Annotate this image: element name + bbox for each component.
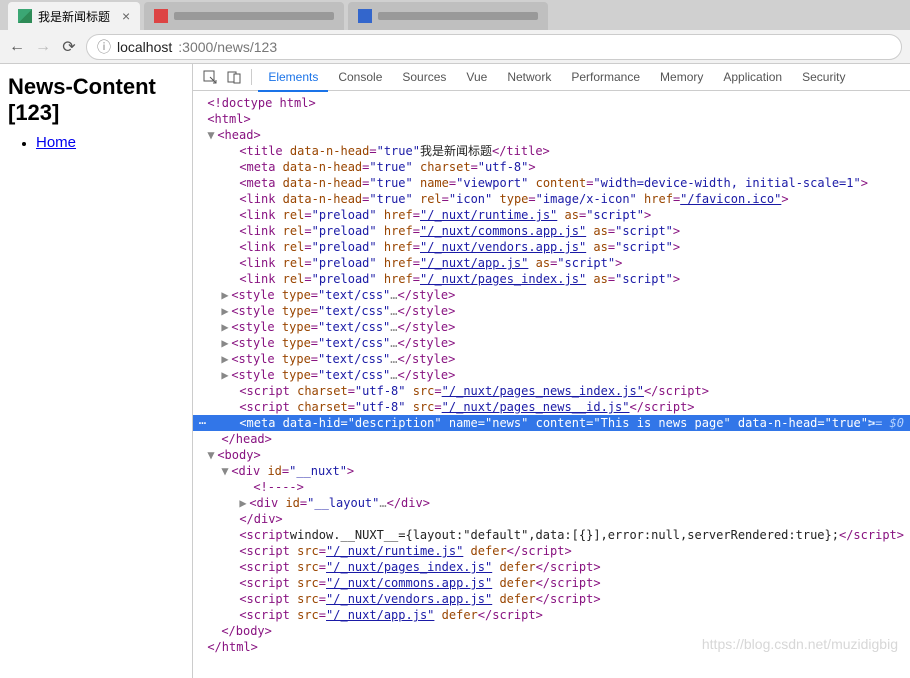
- close-icon[interactable]: ×: [122, 8, 130, 24]
- dom-line[interactable]: <script src="/_nuxt/vendors.app.js" defe…: [193, 591, 910, 607]
- dom-line[interactable]: ▶<style type="text/css"…</style>: [193, 335, 910, 351]
- dom-line[interactable]: <script src="/_nuxt/pages_index.js" defe…: [193, 559, 910, 575]
- dom-line[interactable]: ▶<div id="__layout"…</div>: [193, 495, 910, 511]
- favicon-icon: [154, 9, 168, 23]
- page-content: News-Content [123] Home: [0, 64, 192, 678]
- dom-line[interactable]: <link rel="preload" href="/_nuxt/runtime…: [193, 207, 910, 223]
- dom-line[interactable]: ▶<style type="text/css"…</style>: [193, 319, 910, 335]
- favicon-icon: [18, 9, 32, 23]
- reload-icon[interactable]: ⟳: [60, 38, 78, 56]
- dom-line[interactable]: ▼<head>: [193, 127, 910, 143]
- dom-line[interactable]: ▼<div id="__nuxt">: [193, 463, 910, 479]
- dom-line[interactable]: ▶<style type="text/css"…</style>: [193, 287, 910, 303]
- dom-line[interactable]: <script src="/_nuxt/runtime.js" defer</s…: [193, 543, 910, 559]
- favicon-icon: [358, 9, 372, 23]
- elements-panel[interactable]: <!doctype html><html>▼<head><title data-…: [193, 91, 910, 678]
- dom-line[interactable]: <script charset="utf-8" src="/_nuxt/page…: [193, 399, 910, 415]
- dom-line[interactable]: <script src="/_nuxt/commons.app.js" defe…: [193, 575, 910, 591]
- devtools-tab-security[interactable]: Security: [792, 64, 855, 90]
- device-toggle-icon[interactable]: [223, 66, 245, 88]
- dom-line[interactable]: <!doctype html>: [193, 95, 910, 111]
- devtools-tab-console[interactable]: Console: [328, 64, 392, 90]
- inspect-icon[interactable]: [199, 66, 221, 88]
- dom-line[interactable]: </head>: [193, 431, 910, 447]
- dom-line[interactable]: <scriptwindow.__NUXT__={layout:"default"…: [193, 527, 910, 543]
- devtools-tab-performance[interactable]: Performance: [561, 64, 650, 90]
- dom-line-selected[interactable]: ⋯<meta data-hid="description" name="news…: [193, 415, 910, 431]
- dom-line[interactable]: ▼<body>: [193, 447, 910, 463]
- dom-line[interactable]: <meta data-n-head="true" name="viewport"…: [193, 175, 910, 191]
- devtools-tab-memory[interactable]: Memory: [650, 64, 713, 90]
- devtools-tab-network[interactable]: Network: [497, 64, 561, 90]
- devtools-tab-sources[interactable]: Sources: [392, 64, 456, 90]
- dom-line[interactable]: <link rel="preload" href="/_nuxt/commons…: [193, 223, 910, 239]
- dom-line[interactable]: </div>: [193, 511, 910, 527]
- tab-title-blurred: [174, 12, 334, 20]
- devtools-tab-elements[interactable]: Elements: [258, 64, 328, 92]
- dom-line[interactable]: <script charset="utf-8" src="/_nuxt/page…: [193, 383, 910, 399]
- dom-line[interactable]: <link rel="preload" href="/_nuxt/vendors…: [193, 239, 910, 255]
- browser-tab-inactive[interactable]: [348, 2, 548, 30]
- devtools-tabs: ElementsConsoleSourcesVueNetworkPerforma…: [193, 64, 910, 91]
- tab-title: 我是新闻标题: [38, 8, 110, 25]
- browser-tabbar: 我是新闻标题 ×: [0, 0, 910, 30]
- tab-title-blurred: [378, 12, 538, 20]
- url-host: localhost: [117, 39, 172, 55]
- browser-tab-inactive[interactable]: [144, 2, 344, 30]
- dom-line[interactable]: <link data-n-head="true" rel="icon" type…: [193, 191, 910, 207]
- devtools-tab-application[interactable]: Application: [713, 64, 792, 90]
- dom-line[interactable]: <meta data-n-head="true" charset="utf-8"…: [193, 159, 910, 175]
- dom-line[interactable]: <link rel="preload" href="/_nuxt/app.js"…: [193, 255, 910, 271]
- forward-icon[interactable]: →: [34, 38, 52, 56]
- address-bar: ← → ⟳ ⓘ localhost :3000/news/123: [0, 30, 910, 64]
- dom-line[interactable]: <link rel="preload" href="/_nuxt/pages_i…: [193, 271, 910, 287]
- dom-line[interactable]: ▶<style type="text/css"…</style>: [193, 367, 910, 383]
- page-title: News-Content [123]: [8, 74, 184, 126]
- dom-line[interactable]: <title data-n-head="true"我是新闻标题</title>: [193, 143, 910, 159]
- site-info-icon[interactable]: ⓘ: [97, 37, 111, 57]
- devtools-tab-vue[interactable]: Vue: [456, 64, 497, 90]
- home-link[interactable]: Home: [36, 134, 76, 151]
- dom-line[interactable]: <!---->: [193, 479, 910, 495]
- divider: [251, 69, 252, 85]
- back-icon[interactable]: ←: [8, 38, 26, 56]
- dom-line[interactable]: ▶<style type="text/css"…</style>: [193, 351, 910, 367]
- watermark: https://blog.csdn.net/muzidigbig: [702, 636, 898, 652]
- dom-line[interactable]: ▶<style type="text/css"…</style>: [193, 303, 910, 319]
- devtools: ElementsConsoleSourcesVueNetworkPerforma…: [192, 64, 910, 678]
- dom-line[interactable]: <script src="/_nuxt/app.js" defer</scrip…: [193, 607, 910, 623]
- dom-line[interactable]: <html>: [193, 111, 910, 127]
- browser-tab-active[interactable]: 我是新闻标题 ×: [8, 2, 140, 30]
- url-input[interactable]: ⓘ localhost :3000/news/123: [86, 34, 902, 60]
- url-path: :3000/news/123: [178, 39, 277, 55]
